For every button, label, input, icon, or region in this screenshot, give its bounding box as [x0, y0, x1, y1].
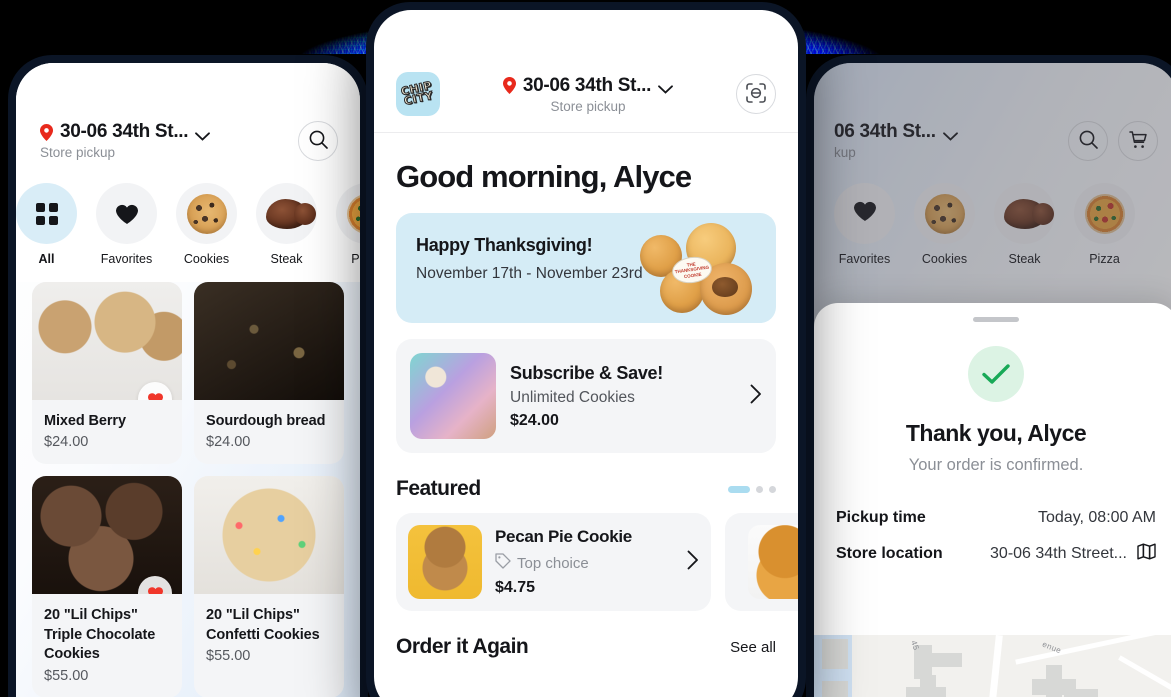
promo-seal-text: THE THANKSGIVING COOKIE — [674, 261, 710, 279]
phone-mockup-right: 06 34th St... kup Favorites Cookies Stea… — [806, 55, 1171, 697]
pickup-time-label: Pickup time — [836, 509, 926, 526]
product-image — [194, 476, 344, 595]
center-body: Good morning, Alyce Happy Thanksgiving! … — [374, 133, 798, 697]
product-image — [32, 476, 182, 595]
category-label: Cookies — [183, 252, 230, 266]
left-location-block[interactable]: 30-06 34th St... Store pickup — [40, 121, 211, 160]
center-pickup-mode: Store pickup — [550, 98, 626, 114]
left-screen: 30-06 34th St... Store pickup All Favori… — [16, 63, 360, 697]
subscribe-title: Subscribe & Save! — [510, 362, 663, 383]
pizza-icon — [346, 193, 360, 234]
category-label: Pizza — [351, 252, 360, 266]
scan-icon — [745, 82, 767, 107]
subscribe-card[interactable]: Subscribe & Save! Unlimited Cookies $24.… — [396, 339, 776, 453]
steak-icon — [265, 198, 316, 229]
product-card[interactable]: 20 "Lil Chips" Confetti Cookies $55.00 — [194, 476, 344, 697]
store-map[interactable]: 45 enue CHIPCITY — [814, 635, 1171, 697]
tag-icon — [495, 553, 511, 573]
search-icon — [309, 130, 328, 152]
product-price: $24.00 — [44, 434, 89, 451]
location-pin-icon — [40, 123, 53, 141]
center-location-block[interactable]: 30-06 34th St... Store pickup — [454, 75, 722, 114]
product-name: 20 "Lil Chips" Confetti Cookies — [206, 607, 320, 643]
confirmation-title: Thank you, Alyce — [905, 420, 1087, 446]
favorite-badge[interactable] — [138, 382, 172, 400]
subscribe-price: $24.00 — [510, 411, 559, 429]
store-location-value: 30-06 34th Street... — [990, 545, 1127, 562]
cookie-icon — [186, 193, 227, 234]
product-image — [32, 282, 182, 400]
favorite-badge[interactable] — [138, 576, 172, 595]
category-steak[interactable]: Steak — [256, 183, 317, 266]
product-name: 20 "Lil Chips" Triple Chocolate Cookies — [44, 607, 156, 663]
chevron-right-icon[interactable] — [687, 550, 699, 575]
featured-title: Featured — [396, 477, 481, 500]
store-location-label: Store location — [836, 545, 943, 562]
featured-section-header: Featured — [396, 477, 776, 501]
phone-mockup-center: CHIPCITY 30-06 34th St... Store pickup — [366, 2, 806, 697]
grid-icon — [16, 183, 77, 244]
product-price: $55.00 — [44, 667, 89, 684]
product-card[interactable]: Sourdough bread $24.00 — [194, 282, 344, 465]
featured-card[interactable] — [725, 513, 798, 611]
center-location-text: 30-06 34th St... — [522, 74, 652, 96]
left-pickup-mode: Store pickup — [40, 145, 116, 160]
promo-cookie-art: THE THANKSGIVING COOKIE — [640, 223, 760, 315]
chevron-down-icon[interactable] — [658, 81, 674, 94]
center-header: CHIP CITY 30-06 34th St... Store pickup — [374, 10, 798, 133]
confirmation-subtitle: Your order is confirmed. — [908, 456, 1084, 474]
category-cookies[interactable]: Cookies — [176, 183, 237, 266]
featured-card[interactable]: Pecan Pie Cookie Top choice $4.75 — [396, 513, 711, 611]
product-image — [194, 282, 344, 400]
category-favorites[interactable]: Favorites — [96, 183, 157, 266]
brand-logo: CHIP CITY — [396, 72, 440, 116]
order-again-section-header: Order it Again See all — [396, 635, 776, 659]
phone-mockup-left: 30-06 34th St... Store pickup All Favori… — [8, 55, 368, 697]
featured-carousel[interactable]: Pecan Pie Cookie Top choice $4.75 — [396, 513, 798, 611]
featured-name: Pecan Pie Cookie — [495, 527, 632, 546]
order-again-title: Order it Again — [396, 635, 529, 658]
category-pizza[interactable]: Pizza — [336, 183, 360, 266]
left-location-text: 30-06 34th St... — [60, 121, 189, 142]
right-screen: 06 34th St... kup Favorites Cookies Stea… — [814, 63, 1171, 697]
featured-thumbnail — [408, 525, 482, 599]
product-card[interactable]: Mixed Berry $24.00 — [32, 282, 182, 465]
see-all-link[interactable]: See all — [730, 639, 776, 656]
carousel-pagination[interactable] — [728, 485, 776, 493]
location-pin-icon — [502, 77, 516, 94]
center-screen: CHIPCITY 30-06 34th St... Store pickup — [374, 10, 798, 697]
product-name: Sourdough bread — [206, 413, 326, 429]
pickup-time-value: Today, 08:00 AM — [1038, 509, 1156, 526]
heart-icon — [115, 203, 139, 225]
scan-button[interactable] — [736, 74, 776, 114]
subscribe-thumbnail — [410, 353, 496, 439]
product-card[interactable]: 20 "Lil Chips" Triple Chocolate Cookies … — [32, 476, 182, 697]
category-label: Steak — [270, 252, 303, 266]
product-price: $24.00 — [206, 434, 251, 451]
store-location-row[interactable]: Store location 30-06 34th Street... — [836, 527, 1156, 565]
sheet-grabber[interactable] — [973, 317, 1019, 322]
greeting-heading: Good morning, Alyce — [396, 159, 692, 194]
check-icon — [968, 346, 1024, 402]
screenshot-stage: 30-06 34th St... Store pickup All Favori… — [0, 0, 1171, 697]
featured-price: $4.75 — [495, 579, 536, 596]
featured-thumbnail — [748, 525, 798, 599]
featured-tag: Top choice — [517, 554, 589, 572]
product-name: Mixed Berry — [44, 413, 126, 429]
category-label: All — [38, 252, 55, 266]
category-all[interactable]: All — [16, 183, 77, 266]
chevron-down-icon[interactable] — [195, 128, 211, 141]
search-button[interactable] — [298, 121, 338, 161]
category-label: Favorites — [100, 252, 153, 266]
left-category-list[interactable]: All Favorites Cookies Steak Pizza — [16, 161, 360, 282]
left-header: 30-06 34th St... Store pickup — [16, 63, 360, 161]
pickup-time-row: Pickup time Today, 08:00 AM — [836, 493, 1156, 527]
chevron-right-icon[interactable] — [750, 384, 762, 409]
promo-banner[interactable]: Happy Thanksgiving! November 17th - Nove… — [396, 213, 776, 323]
map-icon[interactable] — [1137, 543, 1156, 565]
subscribe-subtitle: Unlimited Cookies — [510, 388, 635, 406]
product-price: $55.00 — [206, 648, 251, 665]
left-product-grid: Mixed Berry $24.00 Sourdough bread $24.0… — [16, 282, 360, 697]
